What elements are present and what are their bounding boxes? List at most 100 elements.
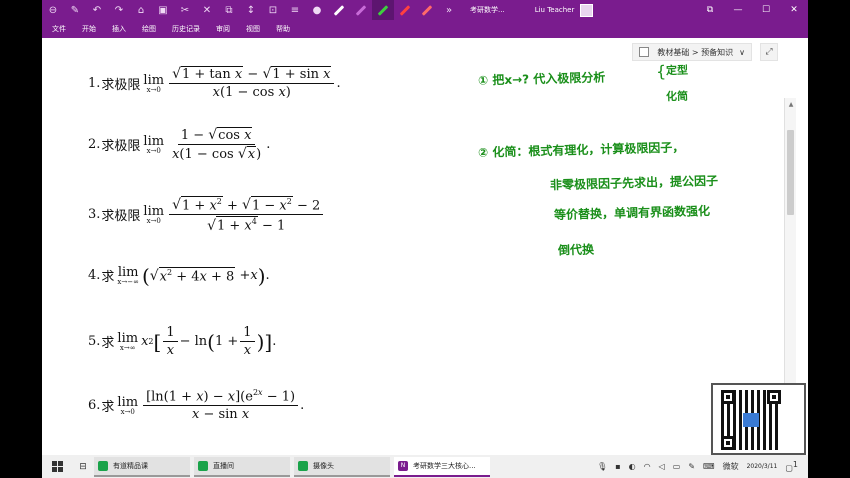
problem-6: 6. 求 lim x→0 [ln(1 + x) − x](e2x − 1) x −… bbox=[88, 388, 304, 422]
restore-icon[interactable]: ⧉ bbox=[696, 0, 724, 20]
app-tray-icon[interactable]: ▪ bbox=[615, 462, 620, 471]
problem-prefix: 求极限 bbox=[101, 139, 141, 154]
problem-prefix: 求极限 bbox=[101, 209, 141, 225]
copy-icon[interactable]: ⧉ bbox=[218, 0, 240, 20]
problem-1: 1. 求极限 lim x→0 √1 + tan x − √1 + sin x x(… bbox=[88, 66, 341, 100]
problem-3: 3. 求极限 lim x→0 √1 + x2 + √1 − x2 − 2 √1 +… bbox=[88, 196, 325, 234]
taskbar-app-onenote[interactable]: N 考研数学三大核心... bbox=[394, 456, 490, 477]
problem-tail: . bbox=[300, 397, 305, 413]
problem-number: 1. bbox=[88, 75, 101, 91]
fraction: √1 + x2 + √1 − x2 − 2 √1 + x4 − 1 bbox=[169, 196, 324, 234]
menu-file[interactable]: 文件 bbox=[52, 24, 66, 34]
start-button[interactable] bbox=[42, 455, 72, 478]
breadcrumb-text: 教材基础 > 预备知识 bbox=[657, 47, 734, 57]
minimize-button[interactable]: — bbox=[724, 0, 752, 20]
limit-operator: lim x→0 bbox=[143, 134, 165, 155]
problem-prefix: 求 bbox=[101, 336, 115, 351]
menu-review[interactable]: 审阅 bbox=[216, 24, 230, 34]
problem-4: 4. 求 lim x→−∞ (√ x2 + 4x + 8 + x) . bbox=[88, 263, 270, 288]
breadcrumb[interactable]: 教材基础 > 预备知识 ∨ bbox=[632, 43, 752, 61]
note-simplify: 化简 bbox=[665, 89, 689, 104]
touch-mode-icon[interactable]: ✎ bbox=[64, 0, 86, 20]
network-icon[interactable]: ◐ bbox=[629, 462, 636, 471]
limit-operator: lim x→0 bbox=[117, 394, 139, 416]
note-page[interactable]: 教材基础 > 预备知识 ∨ ⤢ 1. 求极限 lim x→0 √1 + tan x… bbox=[42, 38, 796, 455]
taskbar: ⊟ 有道精品课 直播间 摄像头 N 考研数学三大核心... 🎙 ▪ ◐ ◠ ◁ … bbox=[42, 455, 808, 478]
keyboard-icon[interactable]: ⌨ bbox=[703, 462, 715, 471]
add-space-icon[interactable]: ↕ bbox=[240, 0, 262, 20]
notification-icon[interactable]: ▢1 bbox=[785, 460, 798, 473]
format-icon[interactable]: ≡ bbox=[284, 0, 306, 20]
volume-icon[interactable]: ◁ bbox=[659, 462, 665, 471]
menu-history[interactable]: 历史记录 bbox=[172, 24, 200, 34]
qr-code bbox=[711, 383, 806, 455]
qr-logo bbox=[743, 413, 759, 427]
back-icon[interactable]: ⊖ bbox=[42, 0, 64, 20]
screenshot-icon[interactable]: ⊡ bbox=[262, 0, 284, 20]
app-icon bbox=[298, 460, 308, 471]
redo-icon[interactable]: ↷ bbox=[108, 0, 130, 20]
note-type: 定型 bbox=[665, 63, 689, 78]
limit-operator: lim x→−∞ bbox=[117, 265, 139, 286]
menu-home[interactable]: 开始 bbox=[82, 24, 96, 34]
pen-icon[interactable]: ✎ bbox=[688, 462, 695, 471]
task-view-icon[interactable]: ⊟ bbox=[72, 455, 94, 478]
undo-icon[interactable]: ↶ bbox=[86, 0, 108, 20]
note-line-3: 非零极限因子先求出，提公因子 bbox=[549, 173, 719, 193]
lasso-icon[interactable]: ⌂ bbox=[130, 0, 152, 20]
avatar[interactable] bbox=[580, 3, 594, 17]
limit-operator: lim x→∞ bbox=[117, 331, 139, 352]
limit-operator: lim x→0 bbox=[143, 204, 165, 226]
scroll-up-icon[interactable]: ▲ bbox=[785, 98, 797, 110]
menu-view[interactable]: 视图 bbox=[246, 24, 260, 34]
pen-pink-icon[interactable] bbox=[416, 0, 438, 20]
problem-tail: . bbox=[336, 75, 341, 91]
delete-icon[interactable]: ✕ bbox=[196, 0, 218, 20]
problem-number: 5. bbox=[88, 334, 101, 349]
limit-operator: lim x→0 bbox=[143, 72, 165, 94]
wifi-icon[interactable]: ◠ bbox=[644, 462, 651, 471]
note-brace: { bbox=[655, 61, 667, 82]
taskbar-app-live[interactable]: 直播间 bbox=[194, 456, 290, 477]
paste-icon[interactable]: ▣ bbox=[152, 0, 174, 20]
close-button[interactable]: ✕ bbox=[780, 0, 808, 20]
pen-green-icon[interactable] bbox=[372, 0, 394, 20]
microphone-icon[interactable]: 🎙 bbox=[597, 462, 607, 471]
ime-label[interactable]: 微软 bbox=[723, 461, 739, 472]
onenote-icon: N bbox=[398, 460, 408, 471]
system-tray: 🎙 ▪ ◐ ◠ ◁ ▭ ✎ ⌨ 微软 2020/3/11 ▢1 bbox=[593, 460, 808, 473]
taskbar-app-youdao[interactable]: 有道精品课 bbox=[94, 456, 190, 477]
chevron-down-icon[interactable]: ∨ bbox=[739, 48, 745, 57]
note-line-2: ② 化简：根式有理化，计算极限因子， bbox=[477, 140, 685, 160]
note-line-5: 倒代换 bbox=[557, 242, 595, 258]
user-name[interactable]: Liu Teacher bbox=[535, 6, 575, 14]
menu-bar: 文件 开始 插入 绘图 历史记录 审阅 视图 帮助 bbox=[42, 20, 808, 38]
pen-red-icon[interactable] bbox=[394, 0, 416, 20]
note-line-1: ① 把x→? 代入极限分析 bbox=[477, 70, 606, 88]
color-icon[interactable]: ● bbox=[306, 0, 328, 20]
pen-purple-icon[interactable] bbox=[350, 0, 372, 20]
problem-prefix: 求 bbox=[101, 399, 115, 415]
menu-help[interactable]: 帮助 bbox=[276, 24, 290, 34]
menu-draw[interactable]: 绘图 bbox=[142, 24, 156, 34]
problem-prefix: 求极限 bbox=[101, 77, 141, 93]
document-title: 考研数学... bbox=[470, 6, 505, 14]
problem-tail: . bbox=[265, 268, 270, 283]
windows-icon bbox=[51, 461, 63, 472]
cut-icon[interactable]: ✂ bbox=[174, 0, 196, 20]
menu-insert[interactable]: 插入 bbox=[112, 24, 126, 34]
fraction: √1 + tan x − √1 + sin x x(1 − cos x) bbox=[169, 66, 335, 100]
battery-icon[interactable]: ▭ bbox=[673, 462, 681, 471]
problem-tail: . bbox=[272, 334, 277, 349]
scroll-thumb[interactable] bbox=[787, 130, 794, 215]
onenote-window: ⊖ ✎ ↶ ↷ ⌂ ▣ ✂ ✕ ⧉ ↕ ⊡ ≡ ● » 考研数学... Liu … bbox=[42, 0, 808, 455]
note-line-4: 等价替换，单调有界函数强化 bbox=[553, 203, 711, 223]
problem-number: 2. bbox=[88, 137, 101, 152]
pen-white-icon[interactable] bbox=[328, 0, 350, 20]
clock[interactable]: 2020/3/11 bbox=[747, 463, 778, 470]
expand-icon[interactable]: ⤢ bbox=[760, 43, 778, 61]
taskbar-app-camera[interactable]: 摄像头 bbox=[294, 456, 390, 477]
maximize-button[interactable]: ☐ bbox=[752, 0, 780, 20]
more-icon[interactable]: » bbox=[438, 0, 460, 20]
problem-number: 6. bbox=[88, 397, 101, 413]
